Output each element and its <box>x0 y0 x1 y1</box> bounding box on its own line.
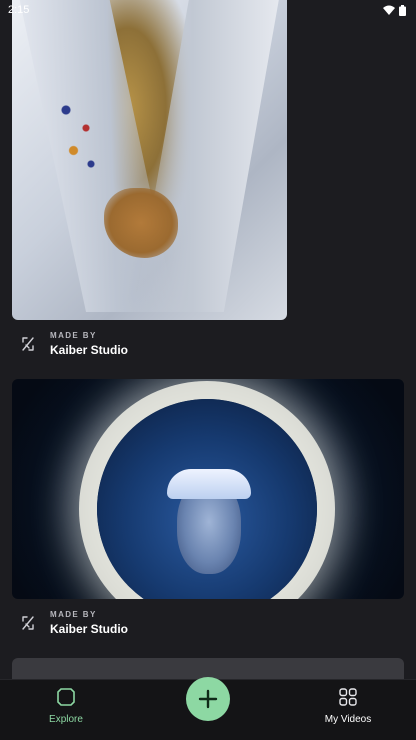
made-by-label: MADE BY <box>50 331 97 340</box>
wifi-icon <box>383 5 395 15</box>
nav-my-videos[interactable]: My Videos <box>318 688 378 725</box>
status-icons <box>383 4 406 16</box>
nav-my-videos-label: My Videos <box>324 714 372 725</box>
status-bar: 2:15 <box>0 0 416 20</box>
battery-icon <box>399 4 406 16</box>
status-time: 2:15 <box>8 4 30 16</box>
explore-feed[interactable]: MADE BY Kaiber Studio MADE BY Kaiber Stu… <box>0 0 416 679</box>
video-thumbnail[interactable] <box>12 0 287 320</box>
explore-icon <box>57 688 75 706</box>
kaiber-logo-icon <box>18 613 38 633</box>
creator-credit[interactable]: MADE BY Kaiber Studio <box>18 610 128 636</box>
nav-explore[interactable]: Explore <box>36 688 96 725</box>
plus-icon <box>198 689 218 709</box>
kaiber-logo-icon <box>18 334 38 354</box>
made-by-label: MADE BY <box>50 610 97 619</box>
grid-icon <box>339 688 357 706</box>
creator-name: Kaiber Studio <box>50 622 129 636</box>
creator-credit[interactable]: MADE BY Kaiber Studio <box>18 331 128 357</box>
nav-explore-label: Explore <box>49 714 83 725</box>
create-video-button[interactable] <box>186 677 230 721</box>
video-thumbnail[interactable] <box>12 379 404 599</box>
video-thumbnail[interactable] <box>12 658 404 679</box>
creator-name: Kaiber Studio <box>50 343 129 357</box>
